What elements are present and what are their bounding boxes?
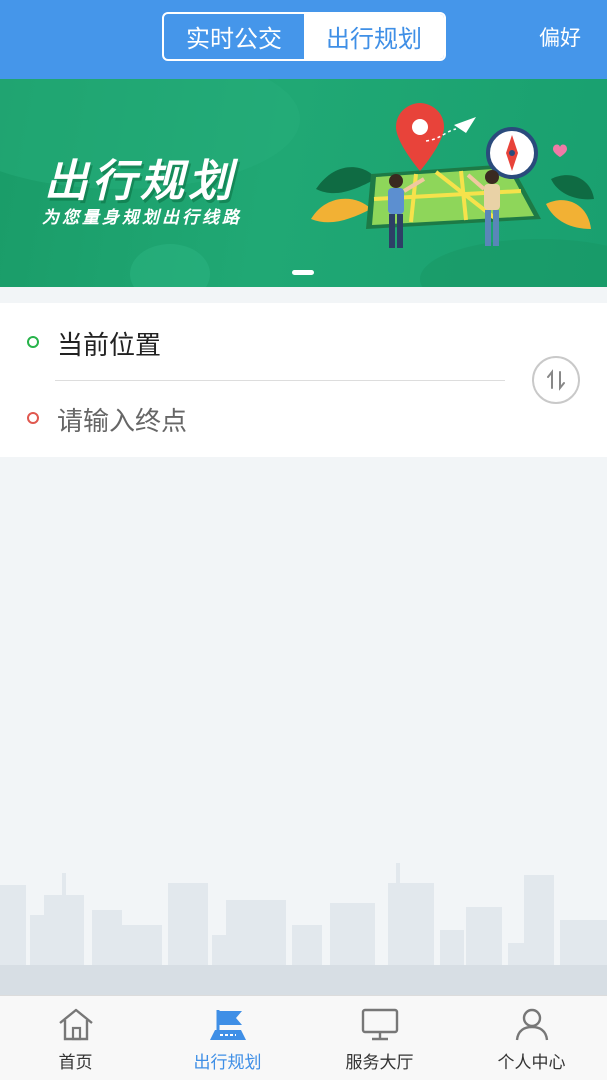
nav-trip-planning-label: 出行规划 xyxy=(193,1053,262,1073)
tab-realtime-bus[interactable]: 实时公交 xyxy=(164,14,304,59)
promo-banner[interactable]: 出行规划 为您量身规划出行线路 xyxy=(0,79,607,287)
nav-profile[interactable]: 个人中心 xyxy=(456,996,607,1080)
start-location-field[interactable]: 当前位置 xyxy=(0,303,520,380)
bottom-nav: 首页 出行规划 服务大厅 个人中心 xyxy=(0,995,607,1080)
destination-field[interactable]: 请输入终点 xyxy=(0,380,520,457)
banner-subtitle: 为您量身规划出行线路 xyxy=(42,208,242,228)
top-bar: 实时公交 出行规划 偏好 xyxy=(0,0,607,79)
person-icon xyxy=(515,1008,548,1041)
swap-vertical-icon xyxy=(547,369,565,391)
map-illustration xyxy=(311,103,594,248)
nav-home[interactable]: 首页 xyxy=(0,996,151,1080)
swap-locations-button[interactable] xyxy=(532,356,580,404)
mode-switch: 实时公交 出行规划 xyxy=(162,12,446,61)
preference-button[interactable]: 偏好 xyxy=(539,22,581,52)
banner-title: 出行规划 xyxy=(44,156,236,207)
route-flag-icon xyxy=(209,1010,246,1040)
start-location-value: 当前位置 xyxy=(57,331,162,361)
destination-placeholder: 请输入终点 xyxy=(57,407,188,437)
nav-service-hall[interactable]: 服务大厅 xyxy=(304,996,455,1080)
banner-page-indicator xyxy=(292,270,314,275)
nav-home-label: 首页 xyxy=(58,1053,93,1073)
route-input-card: 当前位置 请输入终点 xyxy=(0,303,607,457)
city-skyline-illustration xyxy=(0,863,607,995)
home-icon xyxy=(58,1008,93,1041)
tab-trip-planning[interactable]: 出行规划 xyxy=(304,14,444,59)
monitor-icon xyxy=(361,1008,398,1041)
nav-service-hall-label: 服务大厅 xyxy=(345,1053,414,1073)
start-dot-icon xyxy=(27,336,39,348)
nav-profile-label: 个人中心 xyxy=(497,1053,566,1073)
nav-trip-planning[interactable]: 出行规划 xyxy=(152,996,303,1080)
end-dot-icon xyxy=(27,412,39,424)
